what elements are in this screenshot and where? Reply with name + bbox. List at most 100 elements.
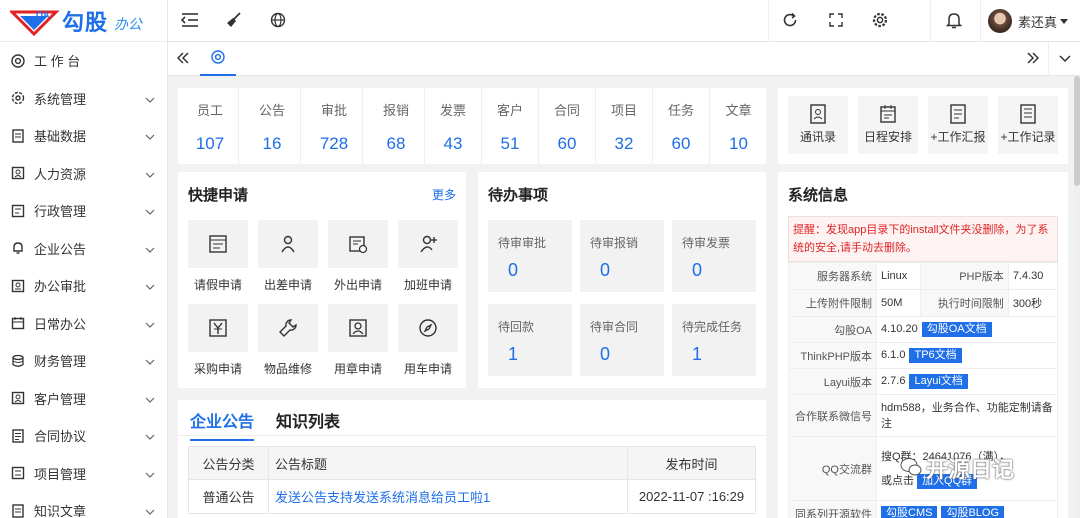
sidebar-item-system[interactable]: 系统管理	[0, 80, 167, 118]
tab-workbench[interactable]	[200, 42, 236, 76]
brand-watermark: 开源日记	[900, 452, 1014, 484]
user-menu[interactable]: 素还真	[988, 0, 1069, 42]
shortcut-schedule[interactable]: 日程安排	[858, 96, 918, 154]
apply-overtime[interactable]: 加班申请	[398, 220, 458, 293]
sidebar-item-base-data[interactable]: 基础数据	[0, 117, 167, 155]
shortcut-work-record[interactable]: +工作记录	[998, 96, 1058, 154]
fullscreen-button[interactable]	[814, 0, 858, 42]
sidebar-item-daily[interactable]: 日常办公	[0, 305, 167, 343]
tp-doc-link[interactable]: TP6文档	[909, 348, 962, 363]
todo-label: 待审发票	[682, 236, 731, 250]
tab-knowledge[interactable]: 知识列表	[276, 408, 340, 432]
refresh-button[interactable]	[768, 0, 812, 42]
apply-label: 出差申请	[263, 278, 312, 292]
notice-title-link[interactable]: 发送公告支持发送系统消息给员工啦1	[268, 479, 628, 514]
contract-icon	[10, 428, 26, 444]
info-key: 勾股OA	[788, 316, 877, 343]
caret-down-icon	[1060, 14, 1069, 28]
tabs-scroll-right-button[interactable]	[1018, 42, 1048, 76]
chevron-down-icon	[145, 206, 155, 216]
page-scrollbar[interactable]	[1074, 76, 1080, 518]
stat-customers[interactable]: 客户 51	[482, 88, 539, 164]
data-icon	[10, 128, 26, 144]
info-key: 同系列开源软件	[788, 500, 877, 518]
info-key: 服务器系统	[788, 262, 877, 290]
notifications-button[interactable]	[932, 0, 976, 42]
table-row[interactable]: 普通公告 发送公告支持发送系统消息给员工啦1 2022-11-07 :16:29	[188, 479, 756, 514]
stat-notices[interactable]: 公告 16	[244, 88, 301, 164]
more-link[interactable]: 更多	[432, 186, 456, 203]
layui-doc-link[interactable]: Layui文档	[909, 374, 968, 389]
sidebar-item-notice[interactable]: 企业公告	[0, 230, 167, 268]
logo[interactable]: OA 勾股 办公	[0, 0, 167, 42]
chevron-down-icon	[145, 356, 155, 366]
todo-label: 待回款	[498, 320, 535, 334]
todo-pending-payment[interactable]: 待回款 1	[488, 304, 572, 376]
sidebar-item-finance[interactable]: 财务管理	[0, 342, 167, 380]
apply-purchase[interactable]: 采购申请	[188, 304, 248, 377]
todo-pending-task[interactable]: 待完成任务 1	[672, 304, 756, 376]
stat-label: 公告	[258, 103, 285, 118]
scrollbar-thumb[interactable]	[1074, 76, 1080, 186]
sidebar-item-workbench[interactable]: 工 作 台	[0, 42, 167, 80]
shortcut-contacts[interactable]: 通讯录	[788, 96, 848, 154]
stat-invoices[interactable]: 发票 43	[425, 88, 482, 164]
stat-tasks[interactable]: 任务 60	[653, 88, 710, 164]
stat-value: 107	[195, 134, 225, 153]
stat-employees[interactable]: 员工 107	[182, 88, 239, 164]
info-value: Linux	[876, 262, 921, 290]
stat-label: 发票	[439, 103, 466, 118]
tabs-menu-button[interactable]	[1050, 42, 1080, 76]
todo-value: 1	[692, 344, 703, 364]
info-key: 执行时间限制	[919, 289, 1009, 317]
tabs-scroll-left-button[interactable]	[168, 42, 198, 76]
todo-label: 待审合同	[590, 320, 639, 334]
stat-approvals[interactable]: 审批 728	[306, 88, 363, 164]
panel-title: 系统信息	[788, 187, 849, 204]
info-value: 6.1.0 TP6文档	[876, 342, 1058, 369]
sidebar-item-hr[interactable]: 人力资源	[0, 155, 167, 193]
website-button[interactable]	[256, 0, 300, 42]
stat-contracts[interactable]: 合同 60	[539, 88, 596, 164]
column-header: 公告标题	[268, 446, 628, 480]
sidebar-item-project[interactable]: 项目管理	[0, 455, 167, 493]
broom-icon	[225, 11, 243, 32]
tab-notices[interactable]: 企业公告	[190, 408, 255, 441]
todo-label: 待审报销	[590, 236, 639, 250]
shortcut-work-report[interactable]: +工作汇报	[928, 96, 988, 154]
todo-pending-invoice[interactable]: 待审发票 0	[672, 220, 756, 292]
apply-leave[interactable]: 请假申请	[188, 220, 248, 293]
apply-outing[interactable]: 外出申请	[328, 220, 388, 293]
todo-pending-approval[interactable]: 待审审批 0	[488, 220, 572, 292]
todo-value: 0	[600, 344, 611, 364]
stat-expenses[interactable]: 报销 68	[368, 88, 425, 164]
oa-doc-link[interactable]: 勾股OA文档	[921, 322, 992, 337]
stat-value: 10	[729, 134, 748, 153]
svg-text:OA: OA	[36, 10, 50, 20]
apply-vehicle[interactable]: 用车申请	[398, 304, 458, 377]
sidebar-item-approve[interactable]: 办公审批	[0, 267, 167, 305]
settings-button[interactable]	[858, 0, 902, 42]
tab-divider	[178, 435, 766, 436]
apply-business-trip[interactable]: 出差申请	[258, 220, 318, 293]
stat-articles[interactable]: 文章 10	[710, 88, 767, 164]
todo-pending-expense[interactable]: 待审报销 0	[580, 220, 664, 292]
blog-link[interactable]: 勾股BLOG	[941, 506, 1005, 518]
stat-projects[interactable]: 项目 32	[596, 88, 653, 164]
shortcut-label: 通讯录	[799, 130, 836, 144]
sidebar-item-admin[interactable]: 行政管理	[0, 192, 167, 230]
sidebar-item-contract[interactable]: 合同协议	[0, 417, 167, 455]
sidebar-item-label: 工 作 台	[34, 54, 81, 70]
sidebar-item-article[interactable]: 知识文章	[0, 492, 167, 518]
todo-pending-contract[interactable]: 待审合同 0	[580, 304, 664, 376]
apply-seal[interactable]: 用章申请	[328, 304, 388, 377]
stat-value: 60	[671, 134, 691, 153]
sidebar-item-customer[interactable]: 客户管理	[0, 380, 167, 418]
apply-repair[interactable]: 物品维修	[258, 304, 318, 377]
cms-link[interactable]: 勾股CMS	[881, 506, 938, 518]
apply-label: 用车申请	[403, 362, 452, 376]
wrench-icon	[258, 304, 318, 352]
menu-collapse-button[interactable]	[168, 0, 212, 42]
clear-cache-button[interactable]	[212, 0, 256, 42]
sidebar-item-label: 日常办公	[34, 316, 87, 332]
